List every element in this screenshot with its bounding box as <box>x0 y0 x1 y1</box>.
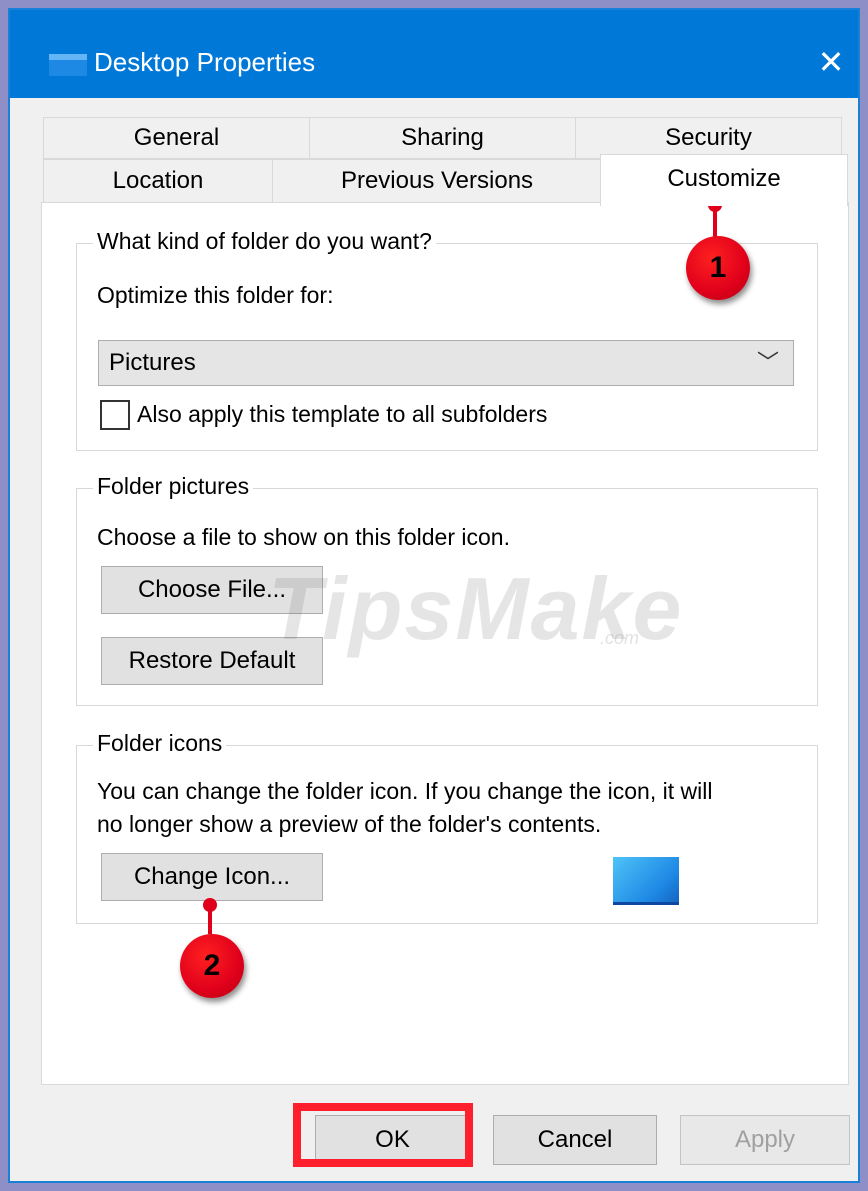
cancel-button[interactable]: Cancel <box>493 1115 657 1165</box>
apply-subfolders-checkbox[interactable] <box>100 400 130 430</box>
optimize-folder-select[interactable]: Pictures ﹀ <box>98 340 794 386</box>
folder-preview-icon <box>613 857 679 905</box>
folder-type-legend: What kind of folder do you want? <box>93 228 436 255</box>
folder-pictures-legend: Folder pictures <box>93 473 254 500</box>
folder-icons-legend: Folder icons <box>93 730 227 757</box>
window-title: Desktop Properties <box>94 47 316 77</box>
dialog-window: Desktop Properties ✕ General Sharing Sec… <box>8 8 860 1183</box>
desktop-folder-icon <box>49 54 87 76</box>
annotation-marker-1: 1 <box>686 236 750 300</box>
tab-location[interactable]: Location <box>43 159 273 203</box>
folder-pictures-description: Choose a file to show on this folder ico… <box>97 524 510 550</box>
folder-icons-description-line1: You can change the folder icon. If you c… <box>97 778 713 804</box>
optimize-selected-value: Pictures <box>109 349 196 376</box>
chevron-down-icon: ﹀ <box>756 350 779 375</box>
optimize-label: Optimize this folder for: <box>97 282 334 308</box>
tab-security[interactable]: Security <box>575 117 842 159</box>
tab-customize[interactable]: Customize <box>600 154 848 206</box>
apply-button[interactable]: Apply <box>680 1115 850 1165</box>
annotation-marker-2: 2 <box>180 934 244 998</box>
tab-sharing[interactable]: Sharing <box>309 117 576 159</box>
annotation-line-1 <box>713 210 717 238</box>
title-bar[interactable]: Desktop Properties ✕ <box>10 10 858 98</box>
watermark-suffix: .com <box>600 628 640 648</box>
change-icon-button[interactable]: Change Icon... <box>101 853 323 901</box>
ok-button-highlight <box>293 1103 473 1167</box>
apply-subfolders-label[interactable]: Also apply this template to all subfolde… <box>137 401 547 428</box>
folder-icons-description-line2: no longer show a preview of the folder's… <box>97 811 602 837</box>
tab-general[interactable]: General <box>43 117 310 159</box>
annotation-line-2 <box>208 910 212 934</box>
tab-previous-versions[interactable]: Previous Versions <box>272 159 602 203</box>
close-button[interactable]: ✕ <box>810 40 852 84</box>
